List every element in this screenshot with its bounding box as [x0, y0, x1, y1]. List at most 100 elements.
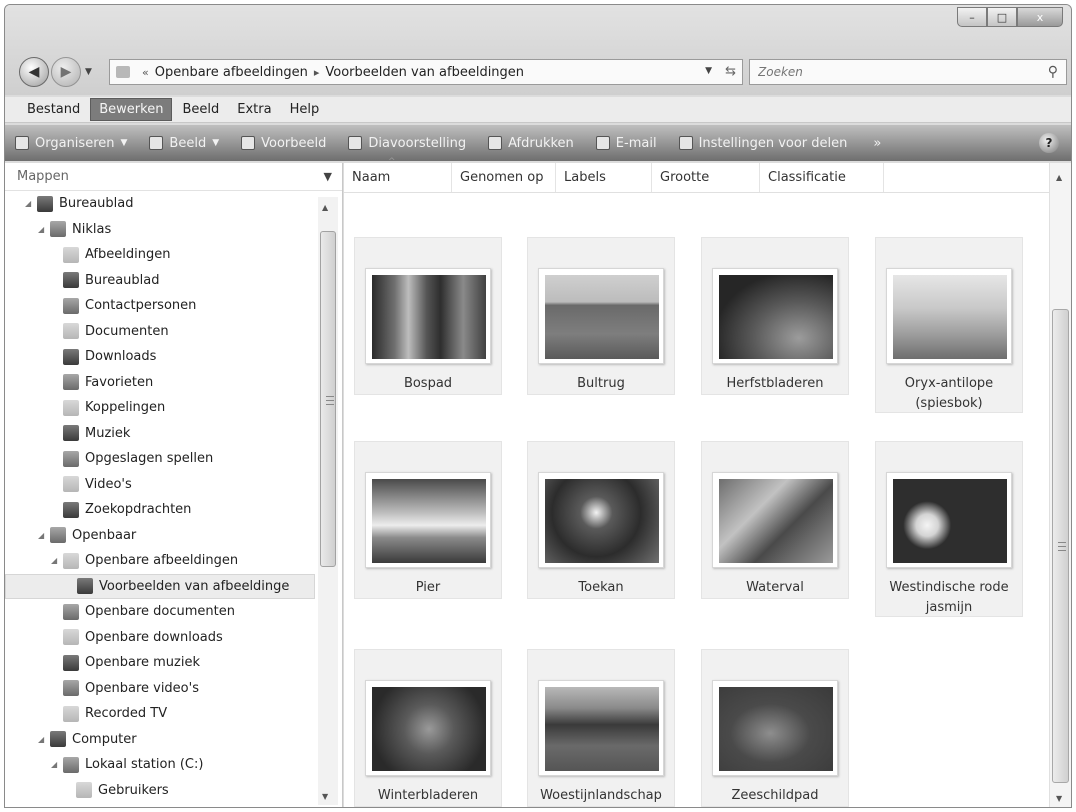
expand-arrow-icon[interactable]: ◢ — [51, 760, 61, 769]
tree-item[interactable]: Muziek — [5, 421, 315, 447]
help-button[interactable]: ? — [1039, 133, 1059, 153]
tree-item[interactable]: Afbeeldingen — [5, 242, 315, 268]
breadcrumb-public-pictures[interactable]: Openbare afbeeldingen — [155, 65, 308, 80]
menu-item[interactable]: Help — [282, 99, 328, 120]
file-tile[interactable]: Bultrug — [527, 237, 675, 395]
file-name: Bospad — [403, 376, 453, 391]
tree-item-label: Opgeslagen spellen — [85, 451, 214, 467]
thumbnail-frame — [538, 680, 664, 776]
column-header[interactable]: Genomen op — [452, 163, 556, 192]
file-tile[interactable]: Herfstbladeren — [701, 237, 849, 395]
folder-icon — [63, 374, 79, 391]
forward-button[interactable]: ▶ — [51, 57, 81, 87]
tree-item[interactable]: Gebruikers — [5, 778, 315, 804]
tree-item[interactable]: Video's — [5, 472, 315, 498]
column-header[interactable]: Naam — [344, 157, 452, 192]
search-icon[interactable]: ⚲ — [1048, 64, 1058, 80]
expand-arrow-icon[interactable]: ◢ — [51, 556, 61, 565]
tree-item[interactable]: Openbare downloads — [5, 625, 315, 651]
folder-icon — [63, 450, 79, 467]
email-button[interactable]: E-mail — [595, 136, 657, 151]
breadcrumb-separator[interactable]: ▸ — [314, 66, 320, 79]
expand-arrow-icon[interactable]: ◢ — [38, 225, 48, 234]
tree-item[interactable]: Koppelingen — [5, 395, 315, 421]
content-scrollbar[interactable]: ▲ ▼ — [1049, 163, 1071, 807]
folders-header[interactable]: Mappen ▼ — [5, 163, 342, 191]
file-tile[interactable]: Bospad — [354, 237, 502, 395]
preview-button[interactable]: Voorbeeld — [241, 136, 326, 151]
tree-item[interactable]: ◢ Lokaal station (C:) — [5, 752, 315, 778]
tree-item[interactable]: Openbare documenten — [5, 599, 315, 625]
photo-thumbnail — [545, 687, 659, 771]
search-input[interactable] — [758, 65, 1028, 79]
back-button[interactable]: ◀ — [19, 57, 49, 87]
tree-item-label: Openbare downloads — [85, 629, 223, 645]
file-name: Toekan — [578, 580, 624, 595]
folder-icon — [63, 348, 79, 365]
more-commands-button[interactable]: » — [873, 136, 881, 151]
menu-item[interactable]: Beeld — [174, 99, 227, 120]
tree-item[interactable]: ◢ Bureaublad — [5, 191, 315, 217]
close-button[interactable]: x — [1017, 7, 1063, 27]
recent-pages-dropdown[interactable]: ▼ — [85, 67, 92, 77]
scrollbar-thumb[interactable] — [320, 231, 336, 567]
maximize-button[interactable]: □ — [987, 7, 1017, 27]
tree-item[interactable]: Documenten — [5, 319, 315, 345]
file-tile[interactable]: Toekan — [527, 441, 675, 599]
file-tile[interactable]: Waterval — [701, 441, 849, 599]
file-tile[interactable]: Westindische rode jasmijn — [875, 441, 1023, 617]
organize-button[interactable]: Organiseren ▼ — [15, 136, 127, 151]
file-name: Westindische rode jasmijn — [889, 580, 1009, 615]
menu-item[interactable]: Extra — [229, 99, 279, 120]
expand-arrow-icon[interactable]: ◢ — [38, 735, 48, 744]
tree-item-label: Gebruikers — [98, 782, 169, 798]
tree-item[interactable]: ◢ Computer — [5, 727, 315, 753]
file-tile[interactable]: Oryx-antilope (spiesbok) — [875, 237, 1023, 413]
column-header[interactable]: Labels — [556, 163, 652, 192]
scroll-up-arrow[interactable]: ▲ — [322, 203, 328, 212]
file-tile[interactable]: Winterbladeren — [354, 649, 502, 807]
tree-item[interactable]: Bureaublad — [5, 268, 315, 294]
menu-item[interactable]: Bewerken — [90, 98, 173, 121]
column-header[interactable]: Classificatie — [760, 163, 884, 192]
navigation-scrollbar[interactable]: ▲ ▼ — [318, 197, 338, 805]
expand-arrow-icon[interactable]: ◢ — [25, 199, 35, 208]
scroll-down-arrow[interactable]: ▼ — [322, 792, 328, 801]
tree-item[interactable]: Openbare video's — [5, 676, 315, 702]
tree-item[interactable]: Favorieten — [5, 370, 315, 396]
tree-item[interactable]: Voorbeelden van afbeeldinge — [5, 573, 315, 599]
refresh-icon[interactable]: ⇆ — [725, 64, 736, 79]
slideshow-button[interactable]: Diavoorstelling — [348, 136, 466, 151]
tree-item[interactable]: ◢ Niklas — [5, 217, 315, 243]
scrollbar-thumb[interactable] — [1052, 309, 1069, 783]
tree-item[interactable]: Contactpersonen — [5, 293, 315, 319]
scroll-down-arrow[interactable]: ▼ — [1056, 794, 1062, 803]
column-header[interactable]: Grootte — [652, 163, 760, 192]
file-tile[interactable]: Woestijnlandschap — [527, 649, 675, 807]
chevron-down-icon[interactable]: ▼ — [324, 170, 332, 183]
tree-item-label: Niklas — [72, 221, 112, 237]
print-button[interactable]: Afdrukken — [488, 136, 574, 151]
breadcrumb-sample-pictures[interactable]: Voorbeelden van afbeeldingen — [325, 65, 524, 80]
tree-item[interactable]: Downloads — [5, 344, 315, 370]
view-button[interactable]: Beeld ▼ — [149, 136, 219, 151]
search-box[interactable]: ⚲ — [749, 59, 1067, 85]
tree-item[interactable]: Recorded TV — [5, 701, 315, 727]
file-tile[interactable]: Zeeschildpad — [701, 649, 849, 807]
minimize-button[interactable]: – — [957, 7, 987, 27]
tree-item[interactable]: ◢ Openbare afbeeldingen — [5, 548, 315, 574]
tree-item[interactable]: ◢ Openbaar — [5, 523, 315, 549]
tree-item[interactable]: Zoekopdrachten — [5, 497, 315, 523]
tree-item[interactable]: Opgeslagen spellen — [5, 446, 315, 472]
breadcrumb-overflow[interactable]: « — [142, 66, 149, 79]
menu-item[interactable]: Bestand — [19, 99, 88, 120]
file-tile[interactable]: Pier — [354, 441, 502, 599]
sharing-settings-button[interactable]: Instellingen voor delen — [678, 136, 847, 151]
expand-arrow-icon[interactable]: ◢ — [38, 531, 48, 540]
share-icon — [678, 136, 693, 150]
address-bar[interactable]: « Openbare afbeeldingen ▸ Voorbeelden va… — [109, 59, 743, 85]
scroll-up-arrow[interactable]: ▲ — [1056, 173, 1062, 182]
address-dropdown[interactable]: ▼ — [705, 66, 712, 76]
tree-item[interactable]: Openbare muziek — [5, 650, 315, 676]
tree-item-label: Zoekopdrachten — [85, 502, 192, 518]
